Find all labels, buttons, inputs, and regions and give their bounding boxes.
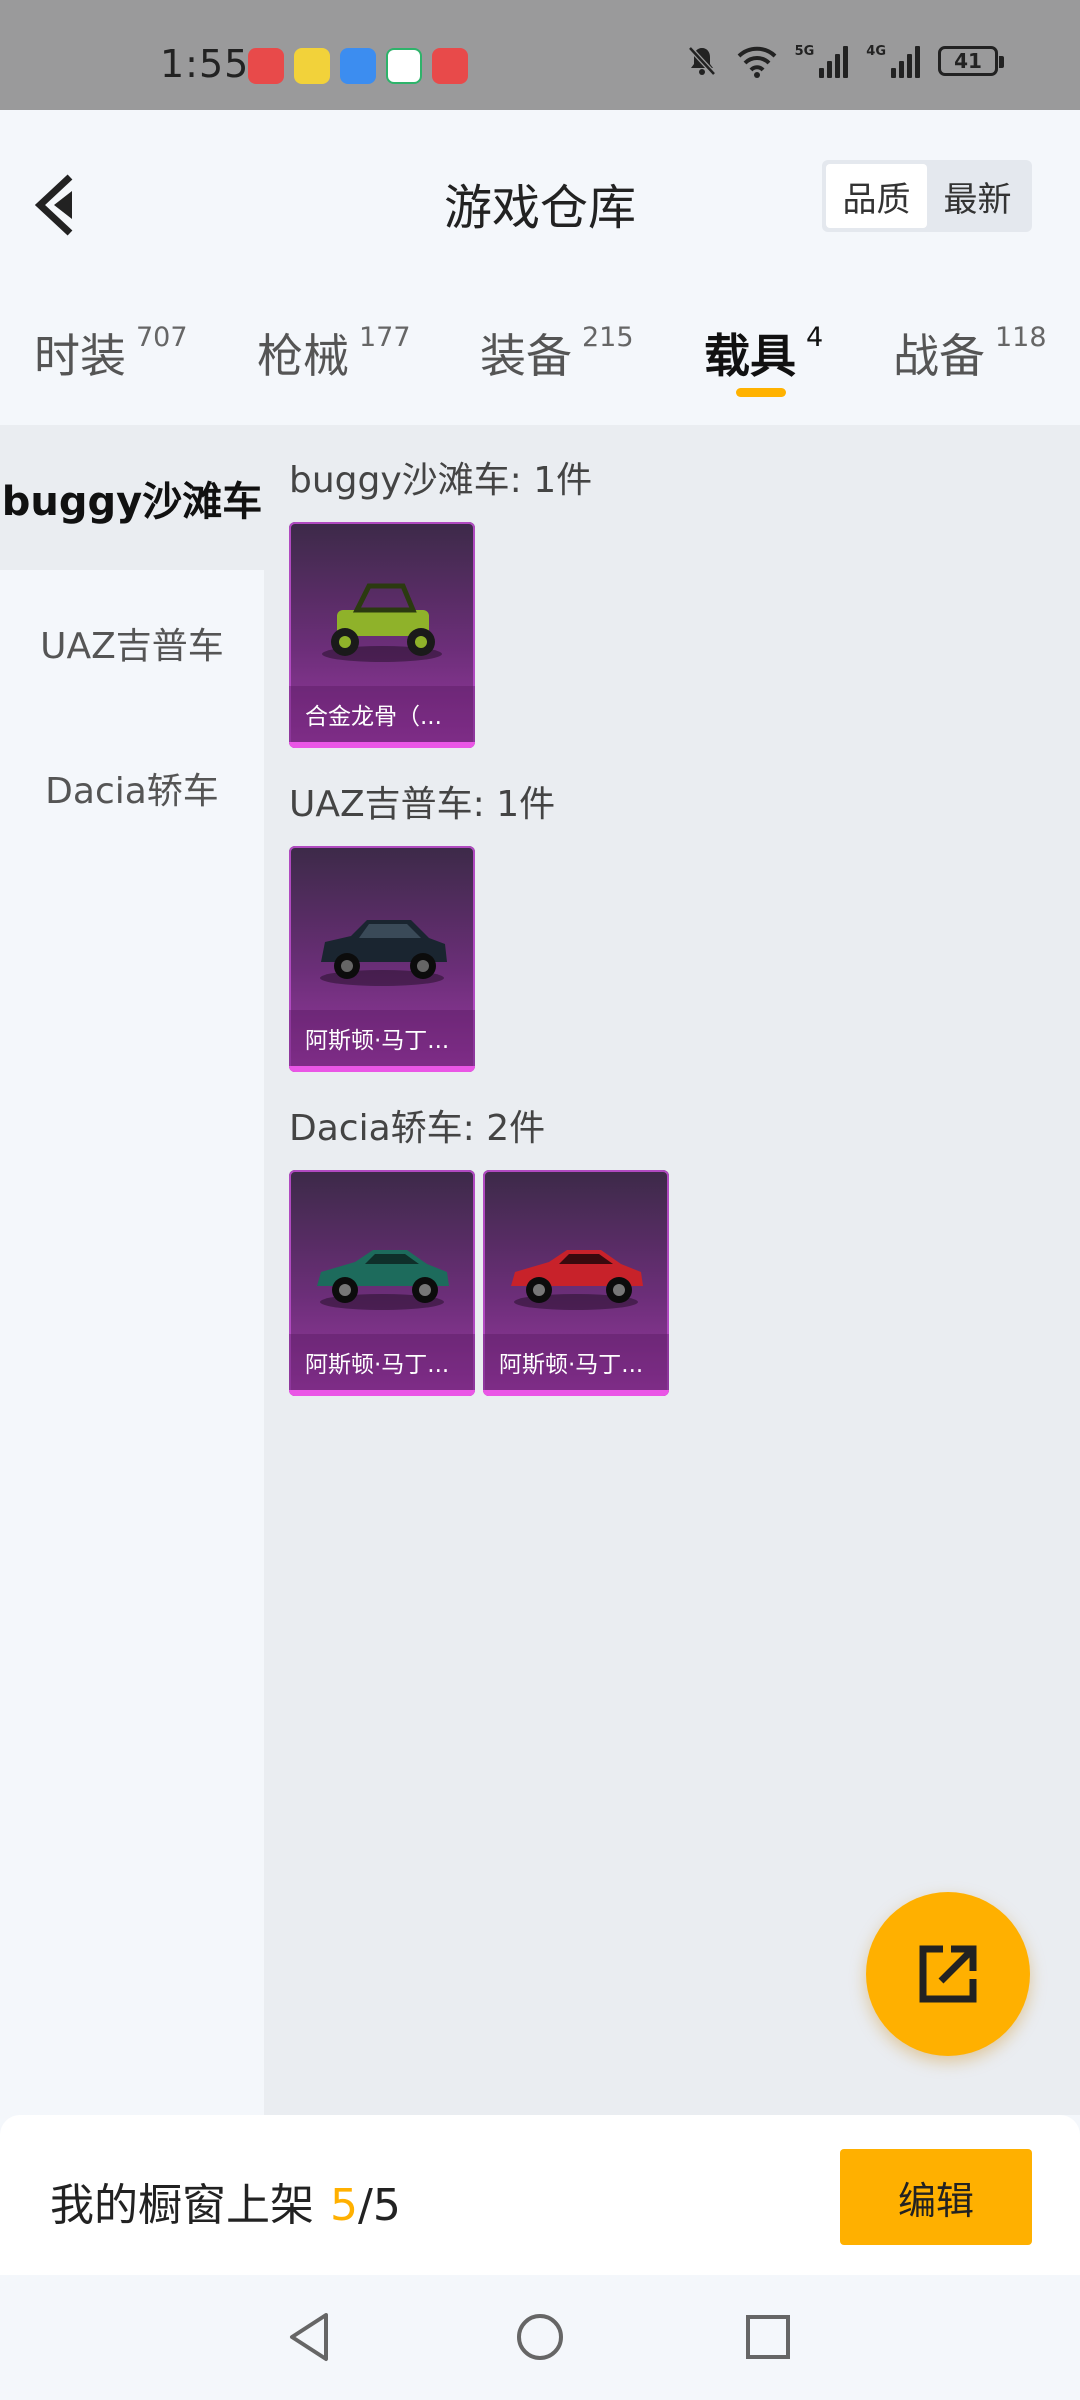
section-title-dacia: Dacia轿车: 2件	[289, 1108, 546, 1149]
showcase-total: /5	[358, 2180, 401, 2231]
vehicle-card[interactable]: 阿斯顿·马丁...	[483, 1170, 669, 1396]
tab-battle-gear[interactable]: 战备 118	[893, 320, 1047, 386]
rarity-bar	[483, 1390, 669, 1396]
vehicle-type-sidebar: buggy沙滩车 UAZ吉普车 Dacia轿车	[0, 425, 264, 2115]
signal-4g-label: 4G	[866, 44, 886, 59]
tab-label: 载具	[704, 329, 796, 383]
vehicle-list: buggy沙滩车: 1件 合金龙骨（... UAZ吉普车: 1件 阿斯顿·马丁.…	[264, 425, 1080, 2115]
share-fab-button[interactable]	[866, 1892, 1030, 2056]
sports-car-icon	[511, 1250, 643, 1310]
external-link-icon	[919, 1945, 977, 2003]
showcase-status: 我的橱窗上架 5 /5	[50, 2169, 401, 2233]
game-app-icon	[294, 48, 330, 84]
showcase-count: 5	[330, 2180, 358, 2231]
tab-label: 战备	[893, 329, 985, 383]
vehicle-name: 阿斯顿·马丁...	[289, 1010, 475, 1066]
tab-count: 4	[806, 322, 824, 353]
tab-count: 177	[359, 322, 411, 353]
tab-fashion[interactable]: 时装 707	[34, 320, 188, 386]
sort-newest-button[interactable]: 最新	[927, 164, 1028, 228]
tab-count: 707	[136, 322, 188, 353]
huawei-app-icon	[248, 48, 284, 84]
chat-app-icon	[386, 48, 422, 84]
rarity-bar	[289, 1066, 475, 1072]
category-tabs: 时装 707 枪械 177 装备 215 载具 4 战备 118	[0, 300, 1080, 420]
sidebar-item-buggy[interactable]: buggy沙滩车	[0, 425, 264, 570]
status-bar: 1:55 5G 4G 41	[0, 0, 1080, 110]
sports-car-icon	[317, 1250, 449, 1310]
edit-button[interactable]: 编辑	[840, 2149, 1032, 2245]
section-title-uaz: UAZ吉普车: 1件	[289, 784, 556, 825]
header: 游戏仓库 品质 最新	[0, 110, 1080, 280]
signal-5g-label: 5G	[794, 44, 815, 59]
nav-back-icon[interactable]	[280, 2307, 340, 2367]
vehicle-name: 合金龙骨（...	[289, 686, 475, 742]
tab-vehicles[interactable]: 载具 4	[704, 320, 823, 386]
nav-home-icon[interactable]	[510, 2307, 570, 2367]
rarity-bar	[289, 742, 475, 748]
active-tab-indicator	[736, 388, 786, 397]
vehicle-name: 阿斯顿·马丁...	[289, 1334, 475, 1390]
vehicle-card[interactable]: 合金龙骨（...	[289, 522, 475, 748]
suv-car-icon	[320, 920, 447, 986]
vehicle-card[interactable]: 阿斯顿·马丁...	[289, 1170, 475, 1396]
showcase-bar: 我的橱窗上架 5 /5 编辑	[0, 2115, 1080, 2275]
vehicle-card[interactable]: 阿斯顿·马丁...	[289, 846, 475, 1072]
tab-guns[interactable]: 枪械 177	[257, 320, 411, 386]
section-title-buggy: buggy沙滩车: 1件	[289, 460, 593, 501]
tab-equipment[interactable]: 装备 215	[480, 320, 634, 386]
vehicle-name: 阿斯顿·马丁...	[483, 1334, 669, 1390]
battery-icon: 41	[938, 46, 1004, 76]
tab-count: 118	[995, 322, 1047, 353]
system-nav-bar	[0, 2275, 1080, 2400]
nav-recents-icon[interactable]	[738, 2307, 798, 2367]
tab-count: 215	[582, 322, 634, 353]
rarity-bar	[289, 1390, 475, 1396]
buggy-car-icon	[322, 583, 442, 662]
sidebar-item-dacia[interactable]: Dacia轿车	[0, 715, 264, 860]
tab-label: 时装	[34, 329, 126, 383]
battery-level: 41	[954, 49, 982, 73]
wifi-icon	[737, 46, 776, 78]
status-time: 1:55	[160, 42, 250, 86]
signal-5g-icon: 5G	[795, 44, 849, 78]
sort-quality-button[interactable]: 品质	[826, 164, 927, 228]
sort-toggle: 品质 最新	[822, 160, 1032, 232]
showcase-label: 我的橱窗上架	[50, 2180, 314, 2231]
signal-4g-icon: 4G	[866, 44, 920, 78]
cloud-app-icon	[340, 48, 376, 84]
sidebar-item-uaz[interactable]: UAZ吉普车	[0, 570, 264, 715]
tab-label: 装备	[480, 329, 572, 383]
mute-bell-icon	[687, 46, 716, 76]
tab-label: 枪械	[257, 329, 349, 383]
huawei-app-icon	[432, 48, 468, 84]
notification-icons	[248, 48, 468, 84]
